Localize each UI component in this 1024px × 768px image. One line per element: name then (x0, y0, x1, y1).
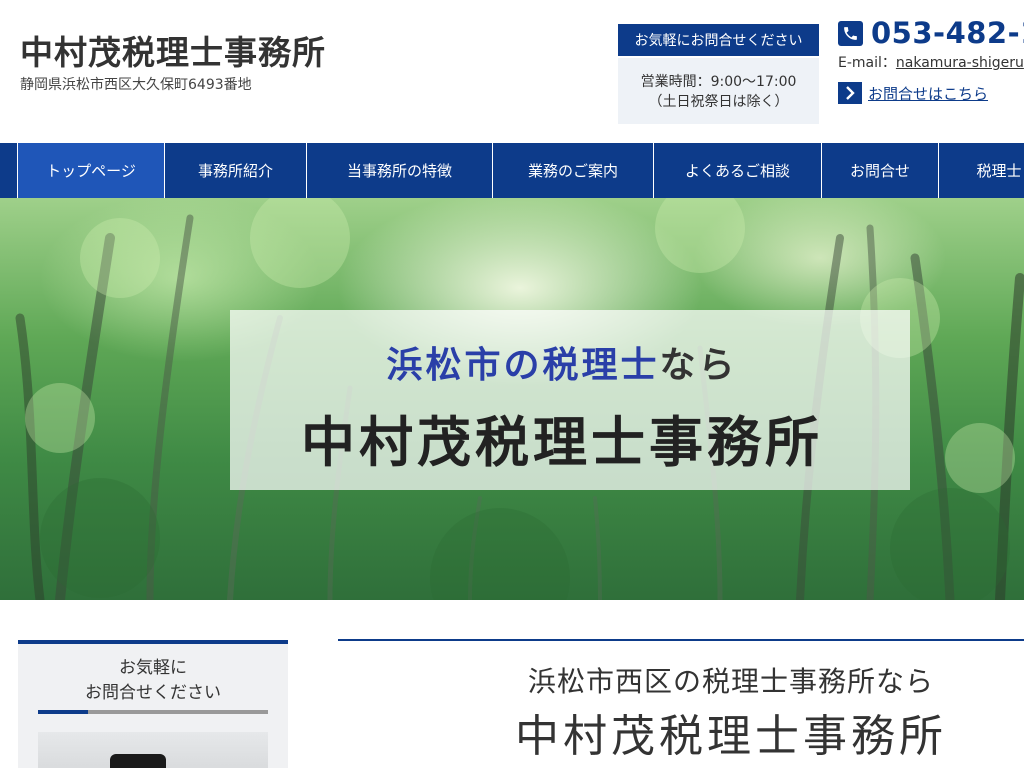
sidebar-divider (38, 710, 268, 714)
hero-catchphrase-accent: 浜松市の税理士 (386, 345, 660, 386)
inquiry-link[interactable]: お問合せはこちら (838, 82, 988, 104)
sidebar-title-line1: お気軽に (119, 658, 187, 678)
phone-icon (838, 20, 863, 46)
site-title[interactable]: 中村茂税理士事務所 (20, 26, 326, 74)
site-header: 中村茂税理士事務所 静岡県浜松市西区大久保町6493番地 お気軽にお問合せくださ… (0, 0, 1024, 143)
email-label: E-mail： (838, 55, 896, 71)
nav-item-features[interactable]: 当事務所の特徴 (307, 143, 493, 198)
hero-catchphrase-plain: なら (659, 345, 738, 386)
nav-spacer (0, 143, 18, 198)
sidebar-title-line2: お問合せください (85, 683, 221, 703)
inquiry-link-label[interactable]: お問合せはこちら (868, 83, 988, 104)
sidebar-contact-box: お気軽に お問合せください (18, 640, 288, 768)
nav-item-contact[interactable]: お問合せ (822, 143, 939, 198)
phone-device-icon (110, 754, 166, 768)
phone-row[interactable]: 053-482-12 (838, 16, 1024, 50)
nav-item-office[interactable]: 事務所紹介 (165, 143, 307, 198)
global-nav: トップページ 事務所紹介 当事務所の特徴 業務のご案内 よくあるご相談 お問合せ… (0, 143, 1024, 198)
sidebar-title: お気軽に お問合せください (18, 656, 288, 706)
nav-item-tax-accountant[interactable]: 税理士 (939, 143, 1024, 198)
contact-box-heading: お気軽にお問合せください (618, 24, 819, 58)
sidebar-phone-image (38, 732, 268, 768)
nav-item-faq[interactable]: よくあるご相談 (654, 143, 822, 198)
main-subheading: 浜松市西区の税理士事務所なら (527, 665, 934, 698)
phone-number[interactable]: 053-482-12 (871, 16, 1024, 50)
nav-item-top[interactable]: トップページ (18, 143, 165, 198)
business-hours-note: （土日祝祭日は除く） (648, 94, 789, 110)
email-row: E-mail：nakamura-shigeru (838, 52, 1024, 72)
main-heading: 中村茂税理士事務所 (515, 711, 947, 762)
hero-catchphrase: 浜松市の税理士なら (230, 336, 894, 388)
nav-item-services[interactable]: 業務のご案内 (493, 143, 654, 198)
contact-box: お気軽にお問合せください 営業時間：9:00～17:00 （土日祝祭日は除く） (618, 24, 819, 124)
site-address: 静岡県浜松市西区大久保町6493番地 (20, 77, 252, 93)
main-divider (338, 639, 1024, 641)
chevron-right-icon (838, 82, 862, 104)
business-hours: 営業時間：9:00～17:00 （土日祝祭日は除く） (618, 72, 819, 112)
email-link[interactable]: nakamura-shigeru (896, 55, 1024, 71)
hero-office-name: 中村茂税理士事務所 (301, 411, 823, 474)
hero-banner: 浜松市の税理士なら 中村茂税理士事務所 (0, 198, 1024, 600)
business-hours-text: 営業時間：9:00～17:00 (640, 74, 797, 90)
